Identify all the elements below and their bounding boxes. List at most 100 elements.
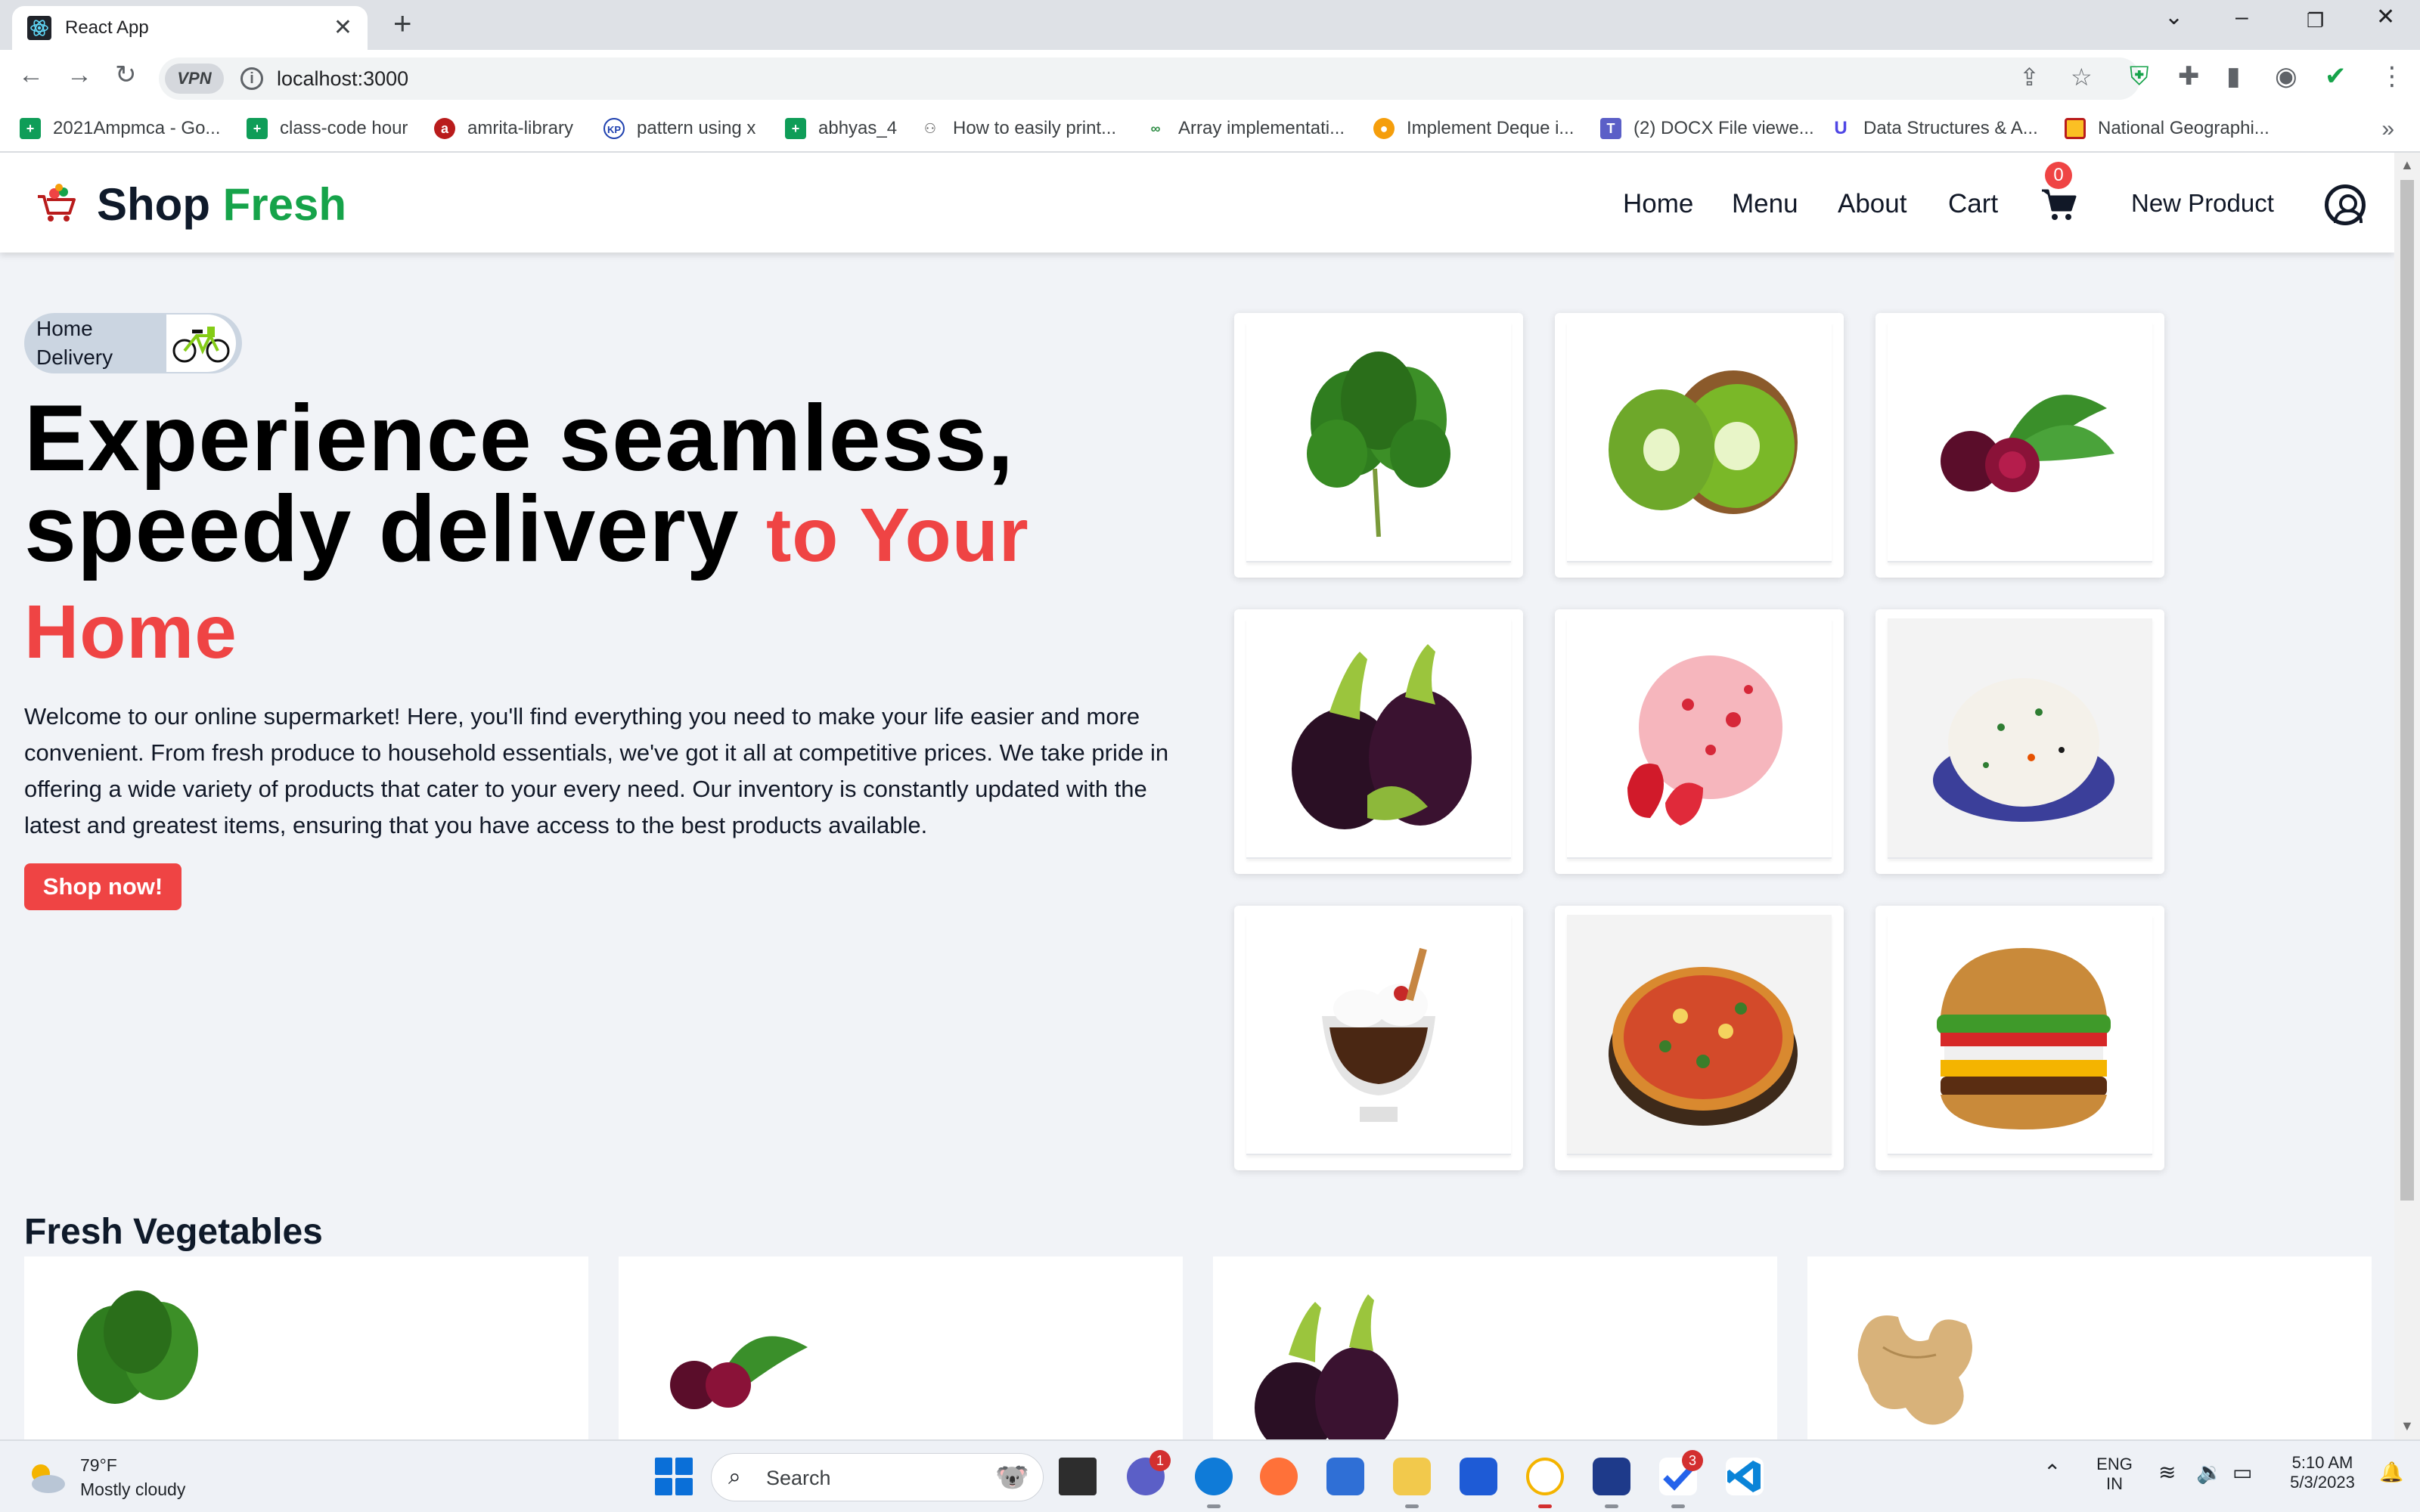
gallery-tile[interactable] <box>1876 609 2164 874</box>
nav-home[interactable]: Home <box>1623 189 1693 219</box>
bookmarks-overflow-icon[interactable]: » <box>2381 116 2394 142</box>
sheets-icon: + <box>20 118 41 139</box>
bookmark-item[interactable]: ⚇ How to easily print... <box>920 118 1116 139</box>
shopping-cart-logo-icon[interactable] <box>33 180 79 225</box>
ginger-product-image <box>1857 1315 1972 1425</box>
extensions-puzzle-icon[interactable]: ✚ <box>2178 64 2200 89</box>
shield-extension-icon[interactable]: ⛨ <box>2130 64 2149 89</box>
bookmark-item[interactable]: U Data Structures & A... <box>1830 118 2038 139</box>
new-product-link[interactable]: New Product <box>2131 189 2274 218</box>
page-viewport: Shop Fresh Home Menu About Cart 0 New Pr… <box>0 153 2394 1439</box>
user-account-icon[interactable] <box>2325 184 2366 225</box>
volume-icon[interactable]: 🔉 <box>2196 1462 2223 1483</box>
webex-icon[interactable] <box>1593 1458 1630 1495</box>
url-text[interactable]: localhost:3000 <box>277 67 408 91</box>
home-delivery-text: Home Delivery <box>36 317 113 369</box>
bicycle-icon-box <box>166 314 236 372</box>
gallery-tile[interactable] <box>1876 906 2164 1170</box>
gallery-tile[interactable] <box>1234 313 1523 578</box>
minimize-icon[interactable]: – <box>2235 6 2248 29</box>
windows-start-icon[interactable] <box>655 1458 693 1495</box>
teams-icon: T <box>1600 118 1621 139</box>
product-card[interactable] <box>619 1256 1183 1439</box>
pizza-image <box>1609 967 1798 1126</box>
scroll-down-icon[interactable]: ▼ <box>2400 1418 2414 1434</box>
bookmark-item[interactable]: National Geographi... <box>2065 118 2270 139</box>
todo-notification-badge: 3 <box>1682 1450 1703 1471</box>
gallery-tile[interactable] <box>1234 906 1523 1170</box>
gallery-tile[interactable] <box>1555 609 1844 874</box>
nav-menu[interactable]: Menu <box>1732 189 1798 219</box>
address-bar[interactable]: VPN i localhost:3000 ⇪ ☆ <box>159 57 2140 100</box>
browser-tab-active[interactable]: React App ✕ <box>12 6 368 50</box>
gallery-tile[interactable] <box>1555 906 1844 1170</box>
globe-icon: ● <box>1373 118 1395 139</box>
reload-icon[interactable]: ↻ <box>115 62 137 88</box>
bookmark-item[interactable]: ∞ Array implementati... <box>1145 118 1345 139</box>
weather-widget[interactable]: 79°F Mostly cloudy <box>24 1453 185 1501</box>
section-title: Fresh Vegetables <box>24 1212 323 1252</box>
udemy-icon: U <box>1830 118 1851 139</box>
taskbar-search[interactable]: ⌕ Search 🐨 <box>711 1453 1044 1501</box>
cloudy-weather-icon <box>32 1464 65 1493</box>
shop-now-button[interactable]: Shop now! <box>24 863 182 910</box>
nav-about[interactable]: About <box>1838 189 1907 219</box>
bookmark-item[interactable]: + class-code hour <box>247 118 408 139</box>
bookmark-item[interactable]: a amrita-library <box>434 118 573 139</box>
brand-logo[interactable]: Shop Fresh <box>97 178 346 231</box>
language-indicator[interactable]: ENG IN <box>2092 1455 2137 1494</box>
calendar-icon[interactable] <box>1326 1458 1364 1495</box>
nav-cart[interactable]: Cart <box>1948 189 1998 219</box>
site-info-icon[interactable]: i <box>240 67 263 90</box>
product-card[interactable] <box>1213 1256 1777 1439</box>
back-icon[interactable]: ← <box>18 62 44 88</box>
kp-icon: KP <box>603 118 625 139</box>
beetroot-product-image <box>670 1336 808 1409</box>
browser-menu-icon[interactable]: ⋮ <box>2379 64 2405 89</box>
chrome-icon[interactable] <box>1526 1458 1564 1495</box>
bookmark-item[interactable]: ● Implement Deque i... <box>1373 118 1574 139</box>
battery-icon[interactable]: ▭ <box>2232 1462 2252 1483</box>
tab-search-chevron-icon[interactable]: ⌄ <box>2164 6 2183 29</box>
edge-icon[interactable] <box>1195 1458 1233 1495</box>
cart-icon[interactable] <box>2040 186 2077 222</box>
bookmark-item[interactable]: +2021Ampmca - Go... <box>20 118 220 139</box>
page-scrollbar[interactable]: ▲ ▼ <box>2394 153 2420 1439</box>
show-hidden-icons-chevron[interactable]: ⌃ <box>2043 1462 2061 1483</box>
gallery-tile[interactable] <box>1234 609 1523 874</box>
wifi-icon[interactable]: ≋ <box>2158 1462 2176 1483</box>
hero-description: Welcome to our online supermarket! Here,… <box>24 703 1169 838</box>
spinach-image <box>1307 352 1450 538</box>
gallery-tile[interactable] <box>1555 313 1844 578</box>
bookmark-item[interactable]: KP pattern using x <box>603 118 755 139</box>
bookmark-item[interactable]: T (2) DOCX File viewe... <box>1600 118 1814 139</box>
product-card[interactable] <box>1807 1256 2372 1439</box>
tab-title: React App <box>65 17 149 38</box>
product-card[interactable] <box>24 1256 588 1439</box>
close-window-icon[interactable]: ✕ <box>2376 6 2395 29</box>
bookmark-star-icon[interactable]: ☆ <box>2071 65 2093 89</box>
forward-icon[interactable]: → <box>67 62 92 88</box>
dessert-cup-image <box>1322 947 1435 1122</box>
person-icon: ⚇ <box>920 118 941 139</box>
vpn-icon[interactable]: VPN <box>165 64 224 94</box>
firefox-icon[interactable] <box>1260 1458 1298 1495</box>
temperature-text: 79°F <box>80 1455 117 1475</box>
file-explorer-icon[interactable] <box>1393 1458 1431 1495</box>
scroll-up-icon[interactable]: ▲ <box>2400 157 2414 173</box>
gallery-tile[interactable] <box>1876 313 2164 578</box>
clock[interactable]: 5:10 AM 5/3/2023 <box>2273 1453 2372 1492</box>
notification-bell-icon[interactable]: 🔔 <box>2379 1462 2403 1482</box>
restore-icon[interactable]: ❐ <box>2307 11 2324 30</box>
task-view-icon[interactable] <box>1059 1458 1097 1495</box>
bookmark-item[interactable]: + abhyas_4 <box>785 118 897 139</box>
vscode-icon[interactable] <box>1726 1458 1764 1495</box>
store-icon[interactable] <box>1460 1458 1497 1495</box>
profile-icon[interactable]: ◉ <box>2275 64 2297 89</box>
scroll-thumb[interactable] <box>2400 180 2414 1201</box>
new-tab-icon[interactable]: + <box>393 8 412 39</box>
security-check-icon[interactable]: ✔ <box>2325 64 2347 89</box>
tab-close-icon[interactable]: ✕ <box>334 17 352 39</box>
share-icon[interactable]: ⇪ <box>2019 65 2040 89</box>
side-panel-icon[interactable]: ▮ <box>2226 64 2241 89</box>
